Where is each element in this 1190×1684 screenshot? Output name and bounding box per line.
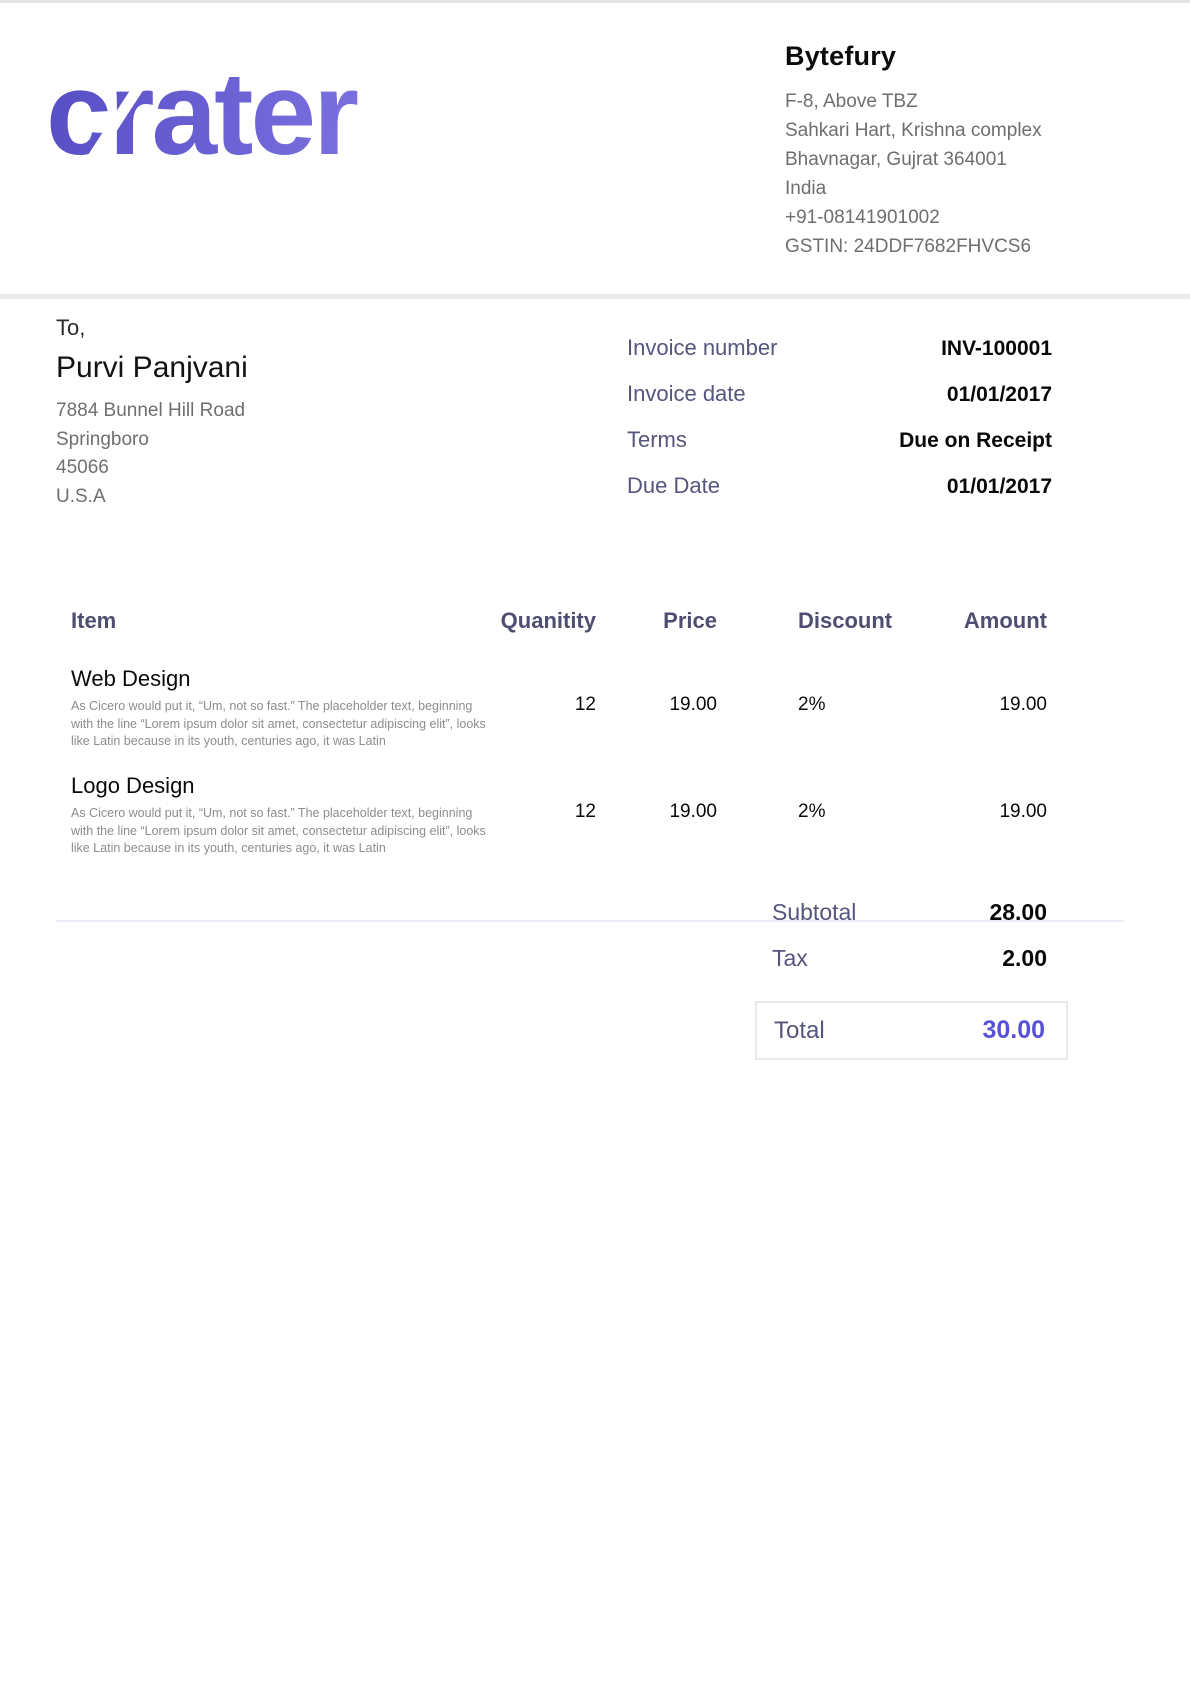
column-header-amount: Amount bbox=[876, 608, 1047, 634]
customer-name: Purvi Panjvani bbox=[56, 351, 476, 385]
column-header-item: Item bbox=[71, 608, 496, 634]
company-gstin: GSTIN: 24DDF7682FHVCS6 bbox=[785, 232, 1115, 261]
invoice-header: crater Bytefury F-8, Above TBZ Sahkari H… bbox=[0, 3, 1190, 299]
bill-to-block: To, Purvi Panjvani 7884 Bunnel Hill Road… bbox=[56, 315, 476, 511]
invoice-number-value: INV-100001 bbox=[941, 337, 1052, 361]
crater-logo: crater bbox=[46, 47, 506, 217]
terms-label: Terms bbox=[627, 427, 687, 453]
item-cell: Logo Design As Cicero would put it, “Um,… bbox=[71, 773, 496, 858]
column-header-price: Price bbox=[597, 608, 717, 634]
total-label: Total bbox=[774, 1017, 825, 1045]
company-info-block: Bytefury F-8, Above TBZ Sahkari Hart, Kr… bbox=[785, 41, 1115, 261]
invoice-number-label: Invoice number bbox=[627, 335, 777, 361]
company-phone: +91-08141901002 bbox=[785, 203, 1115, 232]
invoice-meta-block: Invoice number INV-100001 Invoice date 0… bbox=[627, 335, 1052, 519]
item-amount: 19.00 bbox=[876, 801, 1047, 823]
subtotal-value: 28.00 bbox=[989, 899, 1047, 926]
company-address-line: Sahkari Hart, Krishna complex bbox=[785, 116, 1115, 145]
item-description: As Cicero would put it, “Um, not so fast… bbox=[71, 805, 489, 858]
column-header-quantity: Quanitity bbox=[496, 608, 596, 634]
terms-row: Terms Due on Receipt bbox=[627, 427, 1052, 453]
item-name: Web Design bbox=[71, 666, 496, 692]
tax-value: 2.00 bbox=[1002, 945, 1047, 972]
company-address: F-8, Above TBZ Sahkari Hart, Krishna com… bbox=[785, 87, 1115, 261]
company-name: Bytefury bbox=[785, 41, 1115, 72]
item-description: As Cicero would put it, “Um, not so fast… bbox=[71, 698, 489, 751]
due-date-label: Due Date bbox=[627, 473, 720, 499]
item-cell: Web Design As Cicero would put it, “Um, … bbox=[71, 666, 496, 751]
company-address-line: India bbox=[785, 174, 1115, 203]
items-table-header: Item Quanitity Price Discount Amount bbox=[56, 608, 1124, 638]
company-address-line: F-8, Above TBZ bbox=[785, 87, 1115, 116]
tax-label: Tax bbox=[772, 945, 808, 972]
customer-address-line: 45066 bbox=[56, 454, 476, 483]
item-amount: 19.00 bbox=[876, 694, 1047, 716]
invoice-number-row: Invoice number INV-100001 bbox=[627, 335, 1052, 361]
table-row: Logo Design As Cicero would put it, “Um,… bbox=[56, 773, 1124, 857]
due-date-value: 01/01/2017 bbox=[947, 475, 1052, 499]
item-price: 19.00 bbox=[597, 694, 717, 716]
subtotal-label: Subtotal bbox=[772, 899, 856, 926]
item-quantity: 12 bbox=[496, 694, 596, 716]
item-name: Logo Design bbox=[71, 773, 496, 799]
customer-address: 7884 Bunnel Hill Road Springboro 45066 U… bbox=[56, 397, 476, 511]
total-row: Total 30.00 bbox=[755, 1001, 1068, 1060]
invoice-date-value: 01/01/2017 bbox=[947, 383, 1052, 407]
totals-block: Subtotal 28.00 Tax 2.00 Total 30.00 bbox=[755, 899, 1068, 1060]
tax-row: Tax 2.00 bbox=[755, 945, 1068, 972]
item-quantity: 12 bbox=[496, 801, 596, 823]
item-price: 19.00 bbox=[597, 801, 717, 823]
invoice-date-label: Invoice date bbox=[627, 381, 746, 407]
terms-value: Due on Receipt bbox=[899, 429, 1052, 453]
customer-address-line: Springboro bbox=[56, 426, 476, 455]
invoice-page: crater Bytefury F-8, Above TBZ Sahkari H… bbox=[0, 0, 1190, 1684]
table-row: Web Design As Cicero would put it, “Um, … bbox=[56, 666, 1124, 750]
invoice-date-row: Invoice date 01/01/2017 bbox=[627, 381, 1052, 407]
bill-to-label: To, bbox=[56, 315, 476, 341]
items-table: Item Quanitity Price Discount Amount Web… bbox=[56, 608, 1124, 922]
due-date-row: Due Date 01/01/2017 bbox=[627, 473, 1052, 499]
total-value: 30.00 bbox=[982, 1016, 1045, 1045]
company-address-line: Bhavnagar, Gujrat 364001 bbox=[785, 145, 1115, 174]
customer-address-line: 7884 Bunnel Hill Road bbox=[56, 397, 476, 426]
customer-address-line: U.S.A bbox=[56, 483, 476, 512]
subtotal-row: Subtotal 28.00 bbox=[755, 899, 1068, 926]
